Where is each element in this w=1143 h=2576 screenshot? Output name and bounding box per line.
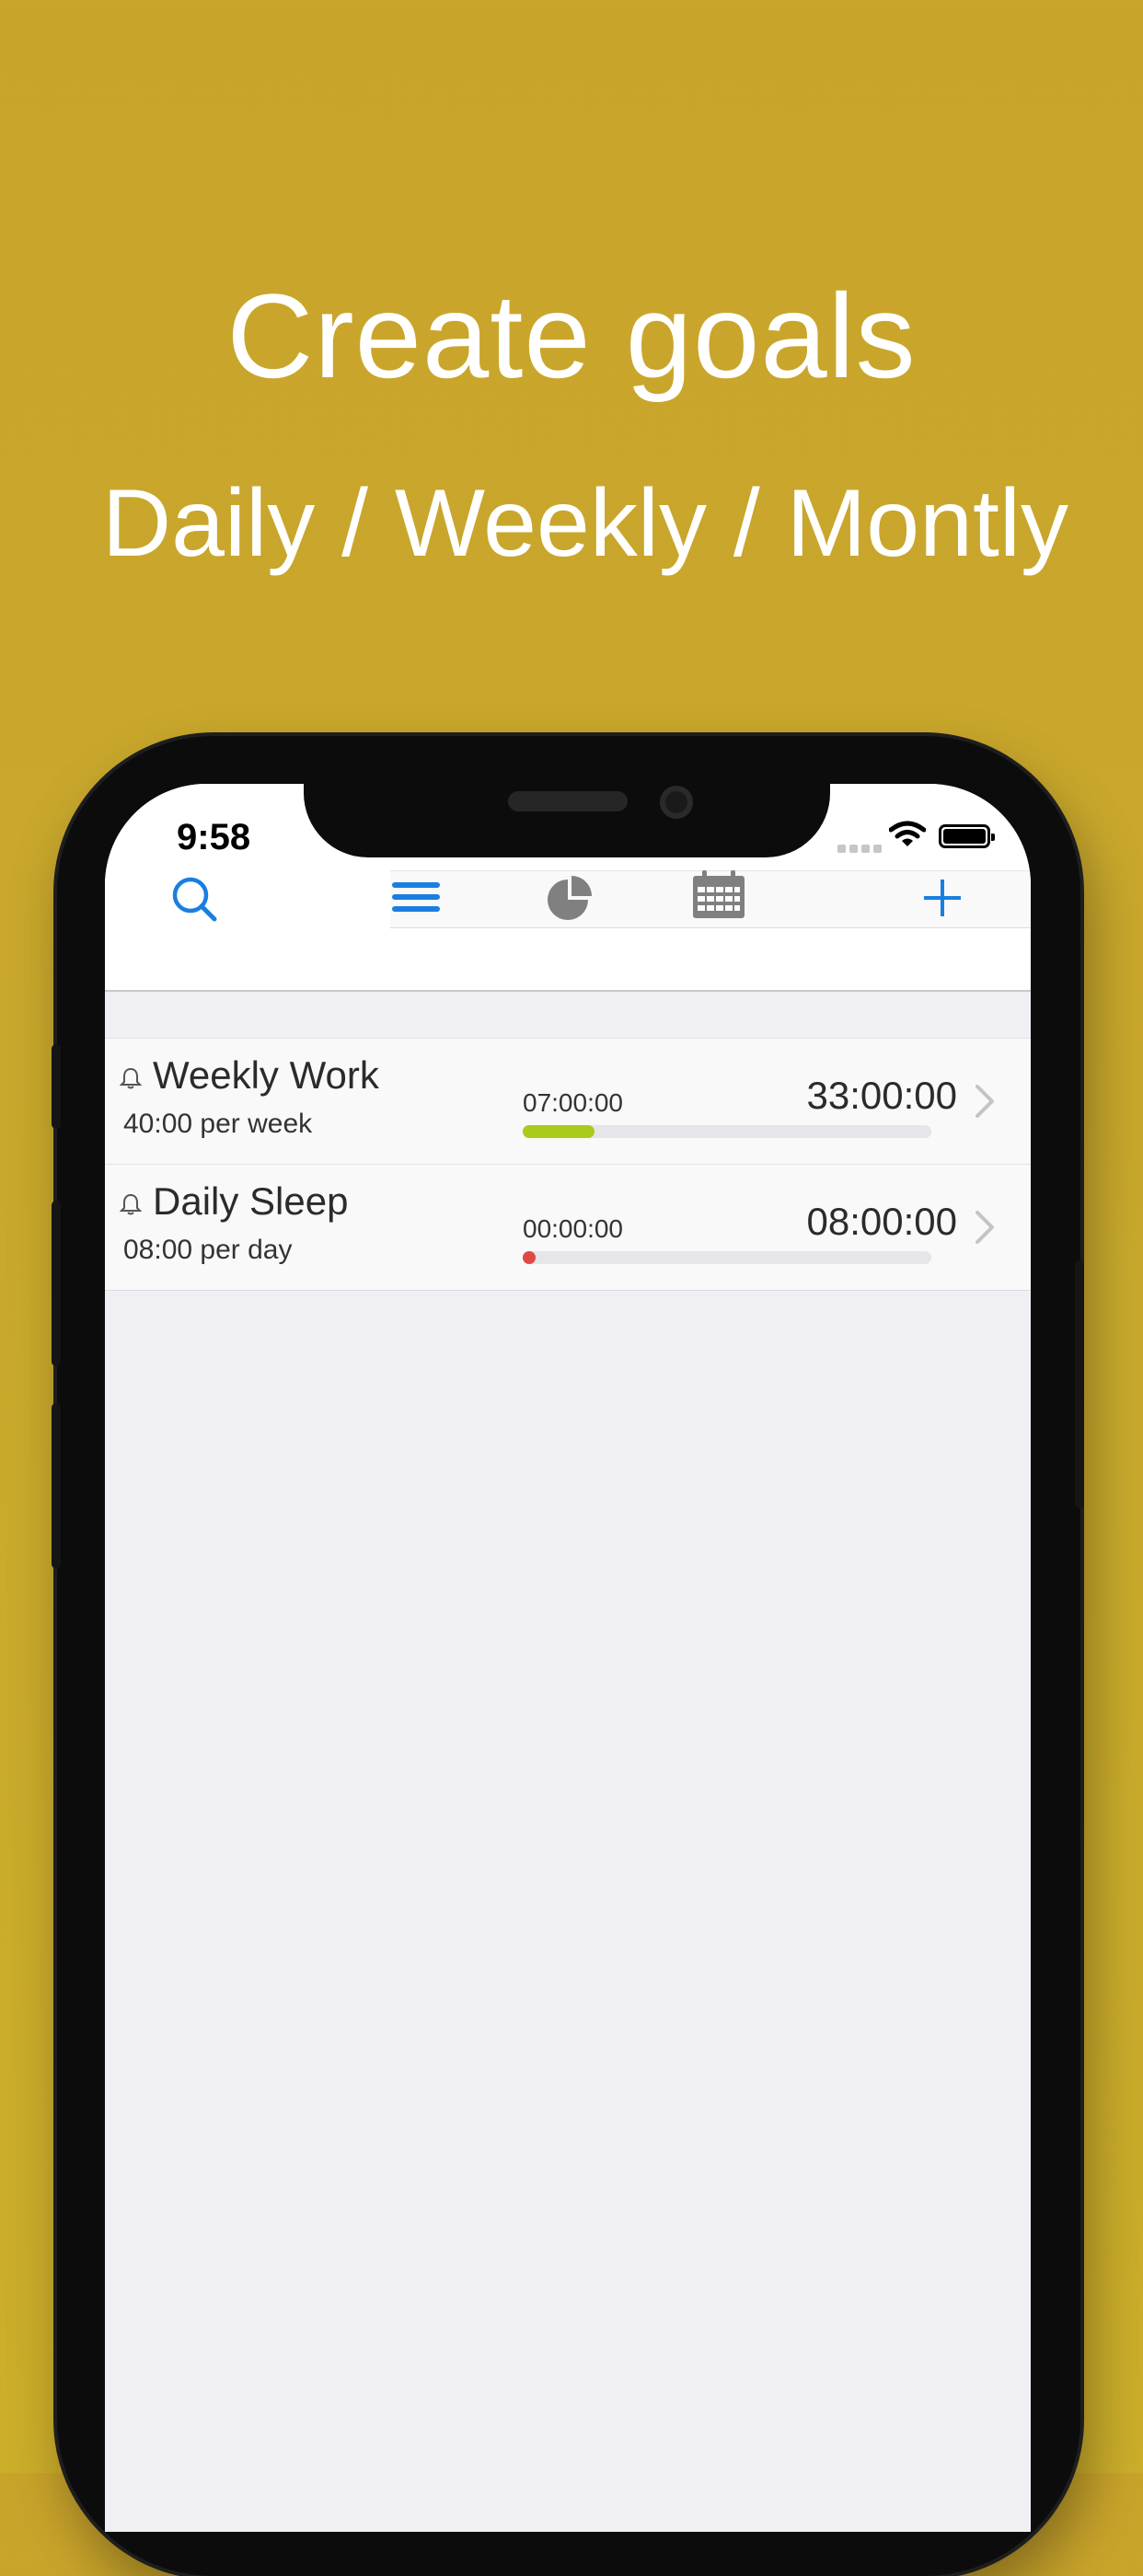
cellular-signal-icon <box>837 841 885 857</box>
goal-remaining-time: 33:00:00 <box>806 1074 958 1117</box>
front-camera <box>660 786 693 819</box>
chevron-right-icon <box>974 1083 996 1124</box>
goal-list: Weekly Work 40:00 per week 07:00:00 33:0… <box>105 1038 1031 1291</box>
goal-row-weekly-work[interactable]: Weekly Work 40:00 per week 07:00:00 33:0… <box>105 1039 1031 1165</box>
chevron-right-icon <box>974 1209 996 1250</box>
goal-name: Weekly Work <box>153 1053 379 1097</box>
goal-progress-bar <box>523 1125 931 1138</box>
pie-chart-icon[interactable] <box>544 870 595 926</box>
goal-target: 08:00 per day <box>123 1235 293 1265</box>
goal-elapsed-time: 07:00:00 <box>523 1088 623 1117</box>
mute-switch <box>52 1044 61 1129</box>
bell-icon <box>119 1192 143 1221</box>
goal-progress-fill <box>523 1251 536 1264</box>
goal-name: Daily Sleep <box>153 1179 349 1223</box>
volume-down-button <box>52 1403 61 1569</box>
goal-elapsed-time: 00:00:00 <box>523 1214 623 1243</box>
calendar-icon[interactable] <box>691 868 746 925</box>
app-screen: 9:58 Weekly Work 40:00 per week 07:00:00… <box>105 784 1031 2532</box>
goal-target: 40:00 per week <box>123 1109 313 1139</box>
promo-subheadline: Daily / Weekly / Montly <box>102 470 1068 577</box>
earpiece-speaker <box>508 791 628 811</box>
status-time: 9:58 <box>177 817 251 857</box>
search-icon[interactable] <box>169 874 221 930</box>
power-button <box>1075 1260 1084 1509</box>
goal-progress-bar <box>523 1251 931 1264</box>
goal-progress-fill <box>523 1125 595 1138</box>
bell-icon <box>119 1066 143 1095</box>
add-icon[interactable] <box>917 872 968 928</box>
volume-up-button <box>52 1201 61 1366</box>
wifi-icon <box>888 821 927 853</box>
goal-row-daily-sleep[interactable]: Daily Sleep 08:00 per day 00:00:00 08:00… <box>105 1165 1031 1290</box>
battery-icon <box>939 824 995 848</box>
promo-headline: Create goals <box>226 269 917 403</box>
goal-remaining-time: 08:00:00 <box>806 1200 958 1243</box>
toolbar <box>105 857 1031 992</box>
